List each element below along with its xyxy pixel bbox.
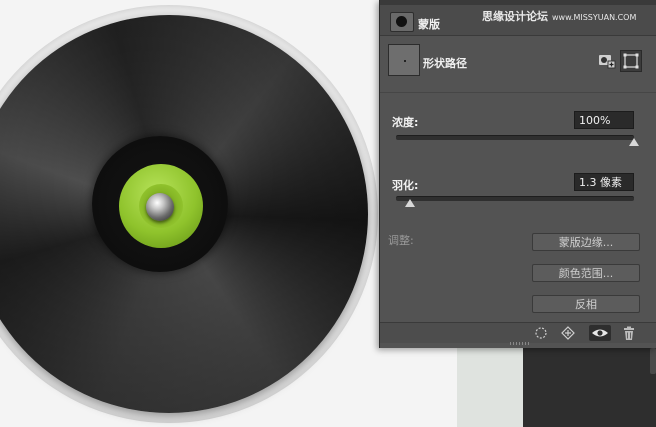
panel-title: 蒙版	[418, 18, 440, 31]
properties-panel: 蒙版 思缘设计论坛 www.MISSYUAN.COM 形状路径 浓度: 100%…	[379, 0, 656, 348]
mask-edge-button[interactable]: 蒙版边缘...	[532, 233, 640, 251]
canvas-edge-light	[457, 345, 523, 427]
workspace-background	[523, 345, 656, 427]
density-label: 浓度:	[392, 116, 419, 129]
panel-bottom-bar	[380, 322, 656, 343]
scrollbar-thumb[interactable]	[650, 348, 656, 374]
color-range-button[interactable]: 颜色范围...	[532, 264, 640, 282]
add-pixel-mask-icon[interactable]	[596, 50, 616, 70]
panel-header: 蒙版 思缘设计论坛 www.MISSYUAN.COM	[380, 5, 656, 36]
vector-mask-label: 形状路径	[423, 57, 467, 70]
panel-resize-grip[interactable]	[510, 342, 530, 345]
density-slider-thumb[interactable]	[629, 138, 639, 146]
vinyl-spindle	[146, 193, 174, 221]
trash-icon[interactable]	[618, 325, 640, 341]
eye-icon[interactable]	[589, 325, 611, 341]
invert-button[interactable]: 反相	[532, 295, 640, 313]
refine-label: 调整:	[388, 234, 414, 247]
watermark-url: www.MISSYUAN.COM	[552, 13, 637, 22]
watermark: 思缘设计论坛 www.MISSYUAN.COM	[482, 8, 636, 24]
select-vector-mask-icon[interactable]	[620, 50, 642, 72]
feather-label: 羽化:	[392, 179, 419, 192]
density-input[interactable]: 100%	[574, 111, 634, 129]
density-slider-track[interactable]	[396, 135, 634, 140]
vector-mask-row: 形状路径	[380, 36, 656, 93]
mask-icon[interactable]	[390, 12, 414, 32]
feather-input[interactable]: 1.3 像素	[574, 173, 634, 191]
feather-slider-thumb[interactable]	[405, 199, 416, 207]
watermark-cn: 思缘设计论坛	[482, 10, 548, 23]
vector-mask-thumbnail[interactable]	[388, 44, 420, 76]
apply-mask-icon[interactable]	[557, 325, 579, 341]
load-selection-icon[interactable]	[530, 325, 552, 341]
feather-slider-track[interactable]	[396, 196, 634, 201]
